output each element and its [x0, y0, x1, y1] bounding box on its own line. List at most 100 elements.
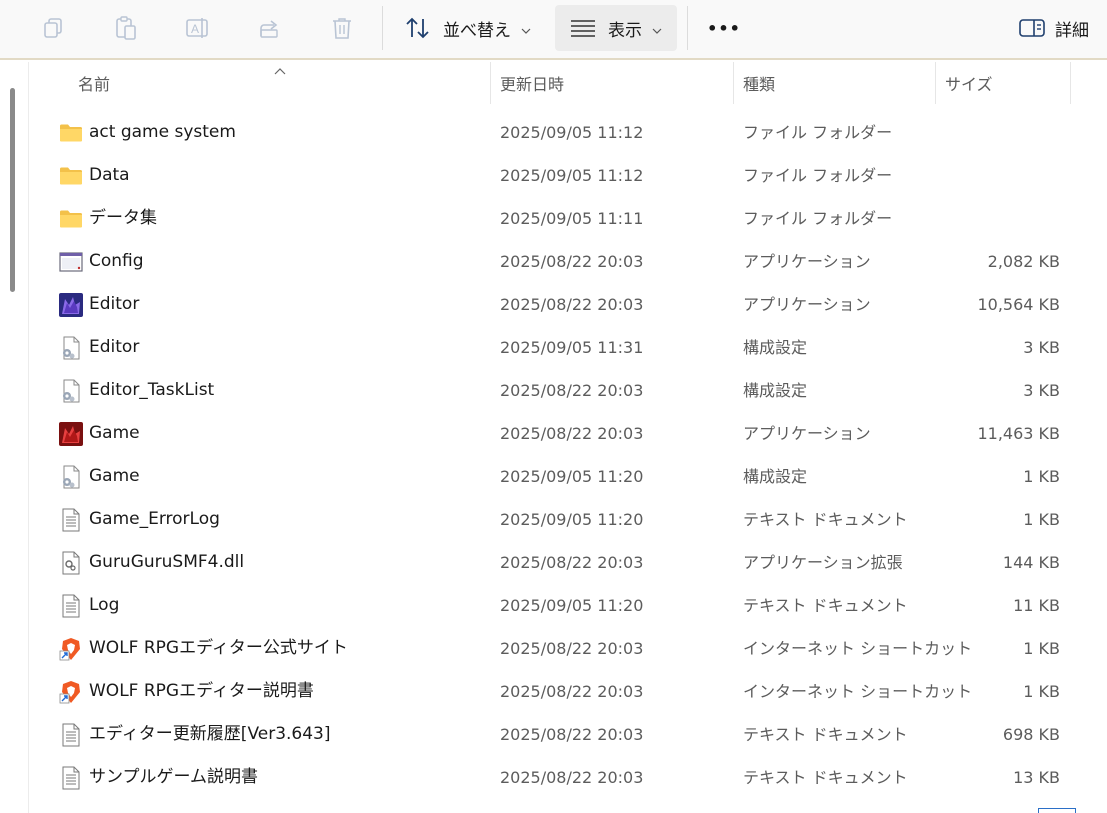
- chevron-down-icon: [521, 19, 531, 38]
- file-type: ファイル フォルダー: [743, 123, 893, 142]
- file-name: エディター更新履歴[Ver3.643]: [89, 724, 331, 744]
- file-row[interactable]: WOLF RPGエディター公式サイト 2025/08/22 20:03 インターネッ…: [30, 627, 1070, 670]
- file-date: 2025/08/22 20:03: [500, 424, 644, 443]
- file-row[interactable]: GuruGuruSMF4.dll 2025/08/22 20:03 アプリケーション…: [30, 541, 1070, 584]
- file-size: 2,082 KB: [987, 252, 1060, 271]
- column-divider[interactable]: [490, 62, 491, 104]
- file-row[interactable]: Game 2025/08/22 20:03 アプリケーション 11,463 KB: [30, 412, 1070, 455]
- editor-wolf-icon: [59, 293, 83, 317]
- rename-icon[interactable]: A: [182, 8, 214, 48]
- pane-divider: [28, 62, 29, 813]
- file-row[interactable]: WOLF RPGエディター説明書 2025/08/22 20:03 インターネット …: [30, 670, 1070, 713]
- paste-icon[interactable]: [110, 8, 142, 48]
- share-icon[interactable]: [254, 8, 286, 48]
- file-row[interactable]: サンプルゲーム説明書 2025/08/22 20:03 テキスト ドキュメント 13 …: [30, 756, 1070, 799]
- file-size: 11,463 KB: [977, 424, 1060, 443]
- file-row[interactable]: Editor_TaskList 2025/08/22 20:03 構成設定 3 KB: [30, 369, 1070, 412]
- vertical-scrollbar[interactable]: [10, 88, 15, 292]
- text-file-icon: [59, 766, 83, 790]
- sort-button[interactable]: 並べ替え: [400, 8, 536, 48]
- file-type: テキスト ドキュメント: [743, 768, 908, 787]
- more-icon: •••: [707, 18, 741, 38]
- file-name: Editor_TaskList: [89, 380, 215, 400]
- copy-icon[interactable]: [38, 8, 70, 48]
- file-date: 2025/08/22 20:03: [500, 682, 644, 701]
- file-date: 2025/09/05 11:12: [500, 123, 644, 142]
- text-file-icon: [59, 508, 83, 532]
- file-row[interactable]: エディター更新履歴[Ver3.643] 2025/08/22 20:03 テキスト …: [30, 713, 1070, 756]
- file-date: 2025/09/05 11:31: [500, 338, 644, 357]
- brave-shortcut-icon: [59, 680, 83, 704]
- file-date: 2025/08/22 20:03: [500, 295, 644, 314]
- view-button[interactable]: 表示: [555, 5, 677, 51]
- file-type: テキスト ドキュメント: [743, 596, 908, 615]
- column-divider[interactable]: [733, 62, 734, 104]
- file-name: WOLF RPGエディター説明書: [89, 681, 314, 701]
- file-name: Game_ErrorLog: [89, 509, 220, 529]
- window-app-icon: [59, 250, 83, 274]
- delete-icon[interactable]: [326, 8, 358, 48]
- file-type: 構成設定: [743, 338, 808, 357]
- file-name: act game system: [89, 122, 236, 142]
- file-row[interactable]: Config 2025/08/22 20:03 アプリケーション 2,082 KB: [30, 240, 1070, 283]
- config-file-icon: [59, 379, 83, 403]
- file-size: 1 KB: [1023, 682, 1060, 701]
- file-row[interactable]: act game system 2025/09/05 11:12 ファイル フォルダ…: [30, 111, 1070, 154]
- game-wolf-icon: [59, 422, 83, 446]
- folder-icon: [59, 207, 83, 231]
- file-row[interactable]: データ集 2025/09/05 11:11 ファイル フォルダー: [30, 197, 1070, 240]
- config-file-icon: [59, 465, 83, 489]
- file-date: 2025/09/05 11:11: [500, 209, 644, 228]
- file-name: データ集: [89, 208, 157, 228]
- text-file-icon: [59, 594, 83, 618]
- command-bar: A 並べ替え 表示 ••• 詳細: [0, 0, 1107, 60]
- file-size: 13 KB: [1013, 768, 1060, 787]
- column-divider[interactable]: [1070, 62, 1071, 104]
- file-row[interactable]: Game 2025/09/05 11:20 構成設定 1 KB: [30, 455, 1070, 498]
- file-row[interactable]: Data 2025/09/05 11:12 ファイル フォルダー: [30, 154, 1070, 197]
- column-divider[interactable]: [935, 62, 936, 104]
- column-header-type[interactable]: 種類: [743, 62, 775, 104]
- details-pane-button[interactable]: 詳細: [1012, 8, 1096, 48]
- file-size: 1 KB: [1023, 510, 1060, 529]
- toolbar-separator: [687, 6, 688, 50]
- file-date: 2025/09/05 11:12: [500, 166, 644, 185]
- chevron-down-icon: [652, 19, 662, 38]
- file-size: 1 KB: [1023, 467, 1060, 486]
- file-date: 2025/09/05 11:20: [500, 596, 644, 615]
- file-row[interactable]: Editor 2025/09/05 11:31 構成設定 3 KB: [30, 326, 1070, 369]
- file-size: 3 KB: [1023, 381, 1060, 400]
- sort-icon: [405, 17, 431, 39]
- file-name: Config: [89, 251, 144, 271]
- file-type: 構成設定: [743, 467, 808, 486]
- file-type: ファイル フォルダー: [743, 166, 893, 185]
- file-date: 2025/09/05 11:20: [500, 467, 644, 486]
- column-header-name[interactable]: 名前: [78, 62, 110, 104]
- file-row[interactable]: Log 2025/09/05 11:20 テキスト ドキュメント 11 KB: [30, 584, 1070, 627]
- file-list-pane: 名前 更新日時 種類 サイズ act game system 2025/09/05…: [0, 62, 1107, 813]
- details-label: 詳細: [1055, 20, 1089, 41]
- file-date: 2025/08/22 20:03: [500, 553, 644, 572]
- more-options-button[interactable]: •••: [700, 8, 748, 48]
- list-view-icon: [570, 19, 596, 37]
- column-header-size[interactable]: サイズ: [945, 62, 993, 104]
- file-date: 2025/08/22 20:03: [500, 252, 644, 271]
- file-type: インターネット ショートカット: [743, 682, 973, 701]
- file-size: 3 KB: [1023, 338, 1060, 357]
- file-name: Data: [89, 165, 130, 185]
- file-type: インターネット ショートカット: [743, 639, 973, 658]
- sort-label: 並べ替え: [443, 20, 511, 41]
- file-size: 698 KB: [1002, 725, 1060, 744]
- file-name: Log: [89, 595, 120, 615]
- resize-indicator: [1038, 808, 1076, 813]
- file-name: WOLF RPGエディター公式サイト: [89, 638, 348, 658]
- file-row[interactable]: Game_ErrorLog 2025/09/05 11:20 テキスト ドキュメント…: [30, 498, 1070, 541]
- file-type: アプリケーション: [743, 252, 871, 271]
- dll-file-icon: [59, 551, 83, 575]
- file-name: GuruGuruSMF4.dll: [89, 552, 245, 572]
- folder-icon: [59, 121, 83, 145]
- column-header-date[interactable]: 更新日時: [500, 62, 564, 104]
- file-row[interactable]: Editor 2025/08/22 20:03 アプリケーション 10,564 KB: [30, 283, 1070, 326]
- toolbar-separator: [382, 6, 383, 50]
- file-name: サンプルゲーム説明書: [89, 767, 258, 787]
